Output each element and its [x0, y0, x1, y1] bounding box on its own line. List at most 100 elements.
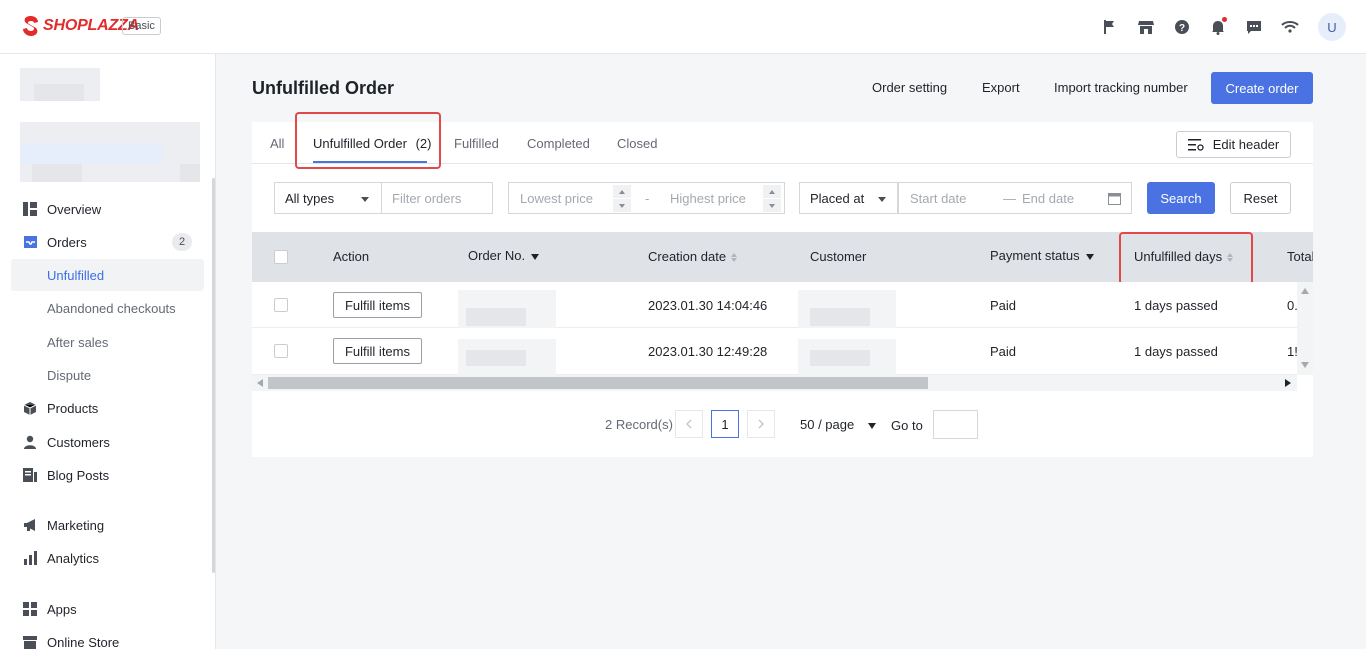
col-total-clip: Total: [1287, 232, 1313, 282]
bell-icon[interactable]: [1200, 12, 1236, 42]
sidebar: Overview Orders 2 Unfulfilled Abandoned …: [0, 54, 216, 649]
tab-completed[interactable]: Completed: [527, 136, 590, 151]
sidebar-subitem-abandoned-checkouts[interactable]: Abandoned checkouts: [11, 292, 204, 324]
sidebar-item-online-store[interactable]: Online Store: [0, 626, 204, 649]
date-separator: —: [1003, 191, 1016, 206]
sidebar-item-label: Online Store: [47, 634, 120, 649]
help-icon[interactable]: ?: [1164, 12, 1200, 42]
user-avatar[interactable]: U: [1318, 13, 1346, 41]
highlight-unfulfilled-tab: [295, 112, 441, 169]
total-cell: 1!: [1287, 344, 1297, 359]
import-tracking-button[interactable]: Import tracking number: [1054, 80, 1188, 95]
table-vertical-scrollbar[interactable]: [1297, 282, 1313, 375]
next-page-button[interactable]: [747, 410, 775, 438]
lowest-price-decrement[interactable]: [613, 199, 631, 212]
sidebar-item-blog-posts[interactable]: Blog Posts: [0, 459, 204, 491]
order-no-blurred: [466, 308, 526, 326]
row-checkbox[interactable]: [274, 344, 288, 358]
sidebar-item-marketing[interactable]: Marketing: [0, 509, 204, 541]
chat-icon[interactable]: [1236, 12, 1272, 42]
overview-icon: [22, 201, 38, 217]
svg-text:?: ?: [1179, 23, 1185, 34]
top-bar: SHOPLAZZA Basic ? U: [0, 0, 1366, 54]
chevron-down-icon: [867, 422, 876, 429]
creation-date-cell: 2023.01.30 14:04:46: [648, 298, 768, 313]
tab-closed[interactable]: Closed: [617, 136, 657, 151]
scroll-right-icon[interactable]: [1285, 379, 1291, 387]
export-button[interactable]: Export: [982, 80, 1020, 95]
chevron-left-icon: [686, 419, 692, 429]
price-separator: -: [645, 191, 650, 206]
date-range-picker[interactable]: Start date — End date: [898, 182, 1132, 214]
sidebar-subitem-unfulfilled[interactable]: Unfulfilled: [11, 259, 204, 291]
col-creation-date[interactable]: Creation date: [648, 249, 738, 264]
select-all-checkbox[interactable]: [274, 250, 288, 264]
sidebar-item-apps[interactable]: Apps: [0, 593, 204, 625]
flag-icon[interactable]: [1092, 12, 1128, 42]
sidebar-item-label: Customers: [47, 434, 110, 450]
page-size-select[interactable]: 50 / page: [800, 417, 876, 432]
store-icon: [22, 634, 38, 649]
filter-orders-input[interactable]: Filter orders: [381, 182, 493, 214]
sidebar-item-orders[interactable]: Orders 2: [0, 226, 204, 258]
edit-header-button[interactable]: Edit header: [1176, 131, 1291, 158]
table-horizontal-scrollbar[interactable]: [252, 375, 1297, 391]
record-count: 2 Record(s): [605, 417, 673, 432]
highest-price-decrement[interactable]: [763, 199, 781, 212]
col-total: Total: [1287, 249, 1313, 264]
goto-page-input[interactable]: [933, 410, 978, 439]
chevron-right-icon: [758, 419, 764, 429]
lowest-price-increment[interactable]: [613, 185, 631, 198]
orders-card: All Unfulfilled Order (2) Fulfilled Comp…: [252, 112, 1313, 457]
sidebar-subitem-after-sales[interactable]: After sales: [11, 326, 204, 358]
create-order-button[interactable]: Create order: [1211, 72, 1313, 104]
reset-button[interactable]: Reset: [1230, 182, 1291, 214]
total-cell-clip: 0.: [1287, 298, 1297, 316]
sidebar-item-products[interactable]: Products: [0, 392, 204, 424]
customers-icon: [22, 434, 38, 450]
col-payment-status[interactable]: Payment status: [990, 248, 1094, 263]
store-icon[interactable]: [1128, 12, 1164, 42]
end-date-input[interactable]: End date: [1022, 191, 1074, 206]
col-action: Action: [333, 249, 370, 264]
top-icons: ? U: [1092, 12, 1346, 42]
lowest-price-input[interactable]: Lowest price: [520, 191, 593, 206]
sidebar-item-label: Blog Posts: [47, 467, 110, 483]
highest-price-input[interactable]: Highest price: [670, 191, 746, 206]
tab-fulfilled[interactable]: Fulfilled: [454, 136, 499, 151]
order-setting-button[interactable]: Order setting: [872, 80, 947, 95]
search-button[interactable]: Search: [1147, 182, 1215, 214]
fulfill-items-button[interactable]: Fulfill items: [333, 292, 422, 318]
order-no-blurred: [466, 350, 526, 366]
wifi-icon[interactable]: [1272, 12, 1308, 42]
date-field-select[interactable]: Placed at: [799, 182, 898, 214]
apps-icon: [22, 601, 38, 617]
row-checkbox[interactable]: [274, 298, 288, 312]
order-type-select[interactable]: All types: [274, 182, 382, 214]
scroll-up-icon[interactable]: [1301, 288, 1309, 294]
sidebar-item-label: Analytics: [47, 550, 100, 566]
sidebar-item-analytics[interactable]: Analytics: [0, 542, 204, 574]
start-date-input[interactable]: Start date: [910, 191, 966, 206]
payment-status-cell: Paid: [990, 344, 1017, 359]
total-cell: 0.: [1287, 298, 1297, 313]
sidebar-subitem-dispute[interactable]: Dispute: [11, 359, 204, 391]
highest-price-increment[interactable]: [763, 185, 781, 198]
store-url-blurred[interactable]: [20, 143, 162, 164]
scrollbar-thumb[interactable]: [268, 377, 928, 389]
page-1-button[interactable]: 1: [711, 410, 739, 438]
col-customer: Customer: [810, 249, 867, 264]
col-order-no[interactable]: Order No.: [468, 248, 540, 263]
table-row: Fulfill items 2023.01.30 12:49:28 Paid 1…: [252, 329, 1297, 375]
goto-label: Go to: [891, 418, 923, 433]
tab-all[interactable]: All: [270, 136, 284, 151]
unfulfilled-days-cell: 1 days passed: [1134, 298, 1218, 313]
scroll-left-icon[interactable]: [257, 379, 263, 387]
sidebar-item-overview[interactable]: Overview: [0, 193, 204, 225]
scroll-down-icon[interactable]: [1301, 362, 1309, 368]
fulfill-items-button[interactable]: Fulfill items: [333, 338, 422, 364]
sidebar-scrollbar[interactable]: [212, 178, 215, 573]
prev-page-button[interactable]: [675, 410, 703, 438]
store-name-blurred: [34, 84, 84, 101]
sidebar-item-customers[interactable]: Customers: [0, 426, 204, 458]
